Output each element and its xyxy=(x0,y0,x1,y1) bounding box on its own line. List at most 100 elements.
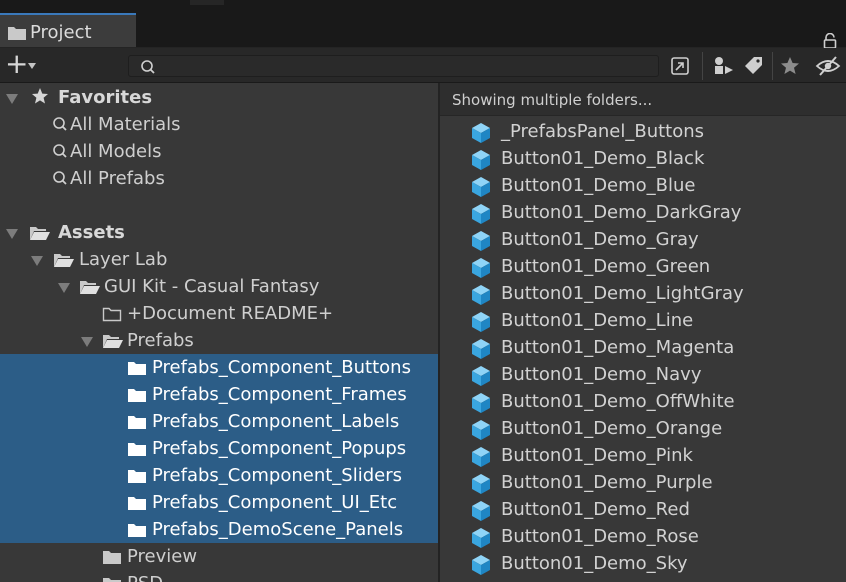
asset-item[interactable]: Button01_Demo_DarkGray xyxy=(470,200,840,227)
toolbar-separator xyxy=(702,52,703,80)
tree-folder-selected[interactable]: Prefabs_DemoScene_Panels xyxy=(0,516,438,543)
folder-tree[interactable]: Favorites All Materials All Models All P… xyxy=(0,83,440,582)
tab-project[interactable]: Project xyxy=(0,13,136,47)
add-button[interactable]: + xyxy=(5,49,28,79)
prefab-cube-icon xyxy=(472,447,490,467)
tree-item-label: Layer Lab xyxy=(79,249,168,270)
tree-folder-selected[interactable]: Prefabs_Component_Sliders xyxy=(0,462,438,489)
asset-list[interactable]: Showing multiple folders... _PrefabsPane… xyxy=(440,83,846,582)
prefab-cube-icon xyxy=(472,528,490,548)
tree-preview[interactable]: Preview xyxy=(0,543,438,570)
tree-item-label: Prefabs_Component_Buttons xyxy=(152,357,411,378)
asset-item-label: Button01_Demo_Black xyxy=(501,148,705,169)
search-icon xyxy=(53,171,67,185)
folder-open-icon xyxy=(103,335,123,348)
folder-icon xyxy=(128,497,146,510)
tab-bar: Project xyxy=(0,13,846,49)
toolbar: + xyxy=(0,48,846,83)
top-strip xyxy=(0,0,846,13)
search-by-type-window-icon[interactable] xyxy=(666,53,694,79)
asset-item[interactable]: Button01_Demo_Orange xyxy=(470,416,840,443)
tree-folder-selected[interactable]: Prefabs_Component_Popups xyxy=(0,435,438,462)
search-icon xyxy=(53,144,67,158)
tree-prefabs[interactable]: Prefabs xyxy=(0,327,438,354)
tree-psd[interactable]: PSD xyxy=(0,570,438,582)
asset-item[interactable]: Button01_Demo_Blue xyxy=(470,173,840,200)
asset-item-label: _PrefabsPanel_Buttons xyxy=(501,121,705,142)
expand-arrow-icon[interactable] xyxy=(31,256,43,266)
expand-arrow-icon[interactable] xyxy=(6,94,18,104)
tree-assets[interactable]: Assets xyxy=(0,219,438,246)
tree-item-label: Prefabs_Component_Sliders xyxy=(152,465,402,486)
tree-assets-label: Assets xyxy=(58,222,125,243)
tree-item-label: Prefabs xyxy=(127,330,194,351)
tree-item-label: Preview xyxy=(127,546,198,567)
asset-item[interactable]: Button01_Demo_Pink xyxy=(470,443,840,470)
asset-item[interactable]: Button01_Demo_Purple xyxy=(470,470,840,497)
hidden-packages-eye-icon[interactable] xyxy=(814,53,842,79)
asset-item[interactable]: Button01_Demo_Sky xyxy=(470,551,840,578)
folder-icon xyxy=(128,443,146,456)
tree-folder-selected[interactable]: Prefabs_Component_Frames xyxy=(0,381,438,408)
tree-item-label: Prefabs_DemoScene_Panels xyxy=(152,519,404,540)
folder-open-icon xyxy=(80,281,100,294)
folder-open-icon xyxy=(54,254,74,267)
tree-folder-selected[interactable]: Prefabs_Component_Buttons xyxy=(0,354,438,381)
prefab-cube-icon xyxy=(472,339,490,359)
expand-arrow-icon[interactable] xyxy=(6,229,18,239)
tree-item-all-materials[interactable]: All Materials xyxy=(0,111,438,138)
prefab-cube-icon xyxy=(472,258,490,278)
asset-item[interactable]: Button01_Demo_Green xyxy=(470,254,840,281)
asset-item[interactable]: Button01_Demo_Rose xyxy=(470,524,840,551)
asset-item[interactable]: Button01_Demo_Navy xyxy=(470,362,840,389)
tree-item-label: PSD xyxy=(127,573,163,582)
folder-icon xyxy=(103,578,121,582)
prefab-cube-icon xyxy=(472,204,490,224)
tree-layer-lab[interactable]: Layer Lab xyxy=(0,246,438,273)
asset-item-label: Button01_Demo_OffWhite xyxy=(501,391,735,412)
add-dropdown-arrow-icon[interactable] xyxy=(28,63,36,69)
asset-list-header: Showing multiple folders... xyxy=(440,83,846,116)
expand-arrow-icon[interactable] xyxy=(58,283,70,293)
asset-item-label: Button01_Demo_Sky xyxy=(501,553,688,574)
tree-favorites[interactable]: Favorites xyxy=(0,84,438,111)
tree-item-label: Prefabs_Component_UI_Etc xyxy=(152,492,398,513)
prefab-cube-icon xyxy=(472,501,490,521)
tab-project-label: Project xyxy=(30,22,92,43)
prefab-cube-icon xyxy=(472,312,490,332)
search-field[interactable] xyxy=(128,55,659,77)
asset-item-label: Button01_Demo_LightGray xyxy=(501,283,744,304)
tree-item-label: All Materials xyxy=(70,114,181,135)
lock-icon[interactable] xyxy=(823,33,837,49)
tree-folder-selected[interactable]: Prefabs_Component_Labels xyxy=(0,408,438,435)
asset-item[interactable]: Button01_Demo_Red xyxy=(470,497,840,524)
filter-by-type-icon[interactable] xyxy=(710,53,738,79)
tree-gui-kit[interactable]: GUI Kit - Casual Fantasy xyxy=(0,273,438,300)
prefab-cube-icon xyxy=(472,231,490,251)
asset-item-label: Button01_Demo_Navy xyxy=(501,364,702,385)
asset-item[interactable]: _PrefabsPanel_Buttons xyxy=(470,119,840,146)
tree-item-label: Prefabs_Component_Frames xyxy=(152,384,407,405)
asset-item[interactable]: Button01_Demo_LightGray xyxy=(470,281,840,308)
top-strip-stub xyxy=(190,0,224,5)
prefab-cube-icon xyxy=(472,474,490,494)
asset-item-label: Button01_Demo_Purple xyxy=(501,472,713,493)
search-input[interactable] xyxy=(159,58,653,76)
prefab-cube-icon xyxy=(472,123,490,143)
asset-item[interactable]: Button01_Demo_Line xyxy=(470,308,840,335)
expand-arrow-icon[interactable] xyxy=(81,337,93,347)
asset-item[interactable]: Button01_Demo_Black xyxy=(470,146,840,173)
tree-readme[interactable]: +Document README+ xyxy=(0,300,438,327)
filter-by-label-icon[interactable] xyxy=(740,53,768,79)
asset-item[interactable]: Button01_Demo_Gray xyxy=(470,227,840,254)
asset-item[interactable]: Button01_Demo_Magenta xyxy=(470,335,840,362)
tree-item-all-prefabs[interactable]: All Prefabs xyxy=(0,165,438,192)
tree-folder-selected[interactable]: Prefabs_Component_UI_Etc xyxy=(0,489,438,516)
folder-icon xyxy=(128,416,146,429)
asset-item[interactable]: Button01_Demo_OffWhite xyxy=(470,389,840,416)
asset-item-label: Button01_Demo_Gray xyxy=(501,229,699,250)
tree-item-label: All Prefabs xyxy=(70,168,165,189)
star-icon[interactable] xyxy=(776,53,804,79)
tree-item-all-models[interactable]: All Models xyxy=(0,138,438,165)
prefab-cube-icon xyxy=(472,366,490,386)
